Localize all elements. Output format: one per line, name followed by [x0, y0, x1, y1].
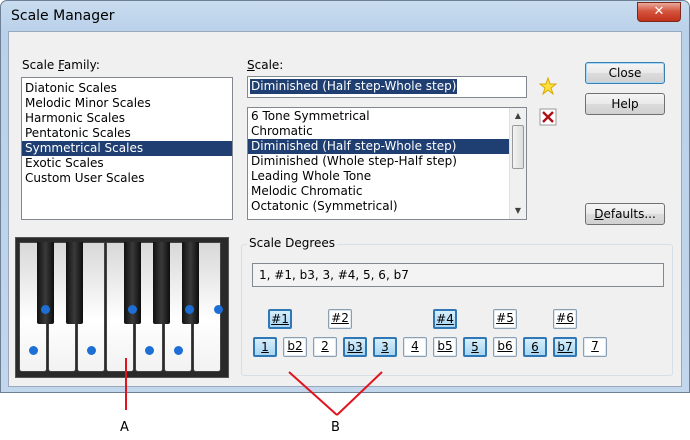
callout-a: A — [120, 420, 129, 435]
callout-b-line-left — [288, 371, 338, 416]
callout-lines — [125, 358, 383, 416]
callout-b: B — [331, 420, 340, 435]
callout-b-line-right — [336, 371, 383, 416]
